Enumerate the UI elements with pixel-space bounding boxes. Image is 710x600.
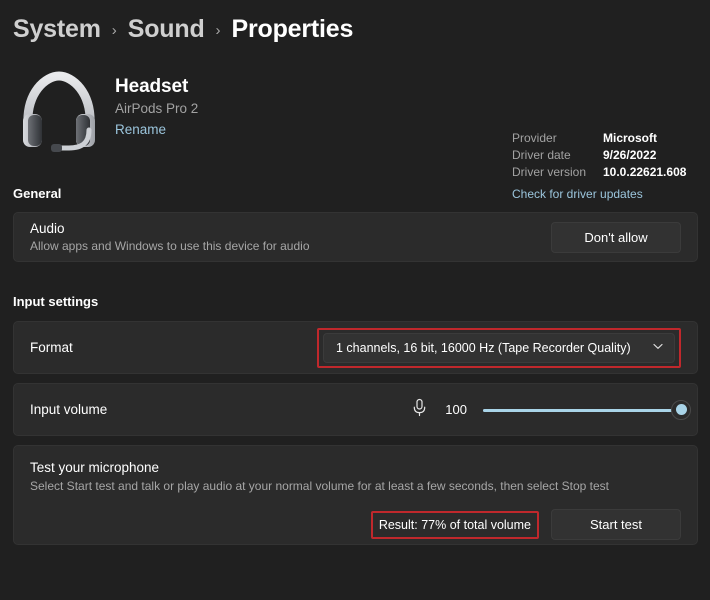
breadcrumb-separator-icon: › (111, 21, 117, 39)
microphone-test-result: Result: 77% of total volume (378, 517, 531, 532)
format-label-wrap: Format (30, 340, 317, 355)
audio-card-text: Audio Allow apps and Windows to use this… (30, 221, 551, 253)
microphone-test-description: Select Start test and talk or play audio… (30, 479, 609, 493)
driver-provider-row: Provider Microsoft (512, 130, 686, 147)
input-volume-controls: 100 (411, 398, 691, 422)
input-volume-label-wrap: Input volume (30, 402, 411, 417)
driver-date-row: Driver date 9/26/2022 (512, 147, 686, 164)
format-dropdown[interactable]: 1 channels, 16 bit, 16000 Hz (Tape Recor… (323, 332, 675, 363)
format-dropdown-value: 1 channels, 16 bit, 16000 Hz (Tape Recor… (336, 340, 631, 355)
input-volume-slider[interactable] (483, 399, 691, 420)
microphone-test-body: Test your microphone Select Start test a… (30, 460, 681, 540)
driver-provider-label: Provider (512, 131, 557, 145)
driver-info-panel: Provider Microsoft Driver date 9/26/2022… (512, 130, 686, 203)
microphone-icon (411, 398, 428, 422)
device-info: Headset AirPods Pro 2 Rename (115, 64, 198, 139)
format-card: Format 1 channels, 16 bit, 16000 Hz (Tap… (13, 321, 698, 374)
input-settings-heading: Input settings (13, 294, 99, 309)
microphone-test-card: Test your microphone Select Start test a… (13, 445, 698, 545)
device-header: Headset AirPods Pro 2 Rename Provider Mi… (0, 50, 710, 201)
breadcrumb-item-properties: Properties (231, 14, 354, 43)
start-test-button[interactable]: Start test (551, 509, 681, 540)
result-annotation-box: Result: 77% of total volume (370, 510, 539, 539)
audio-card: Audio Allow apps and Windows to use this… (13, 212, 698, 262)
driver-version-row: Driver version 10.0.22621.608 (512, 164, 686, 181)
driver-version-value: 10.0.22621.608 (603, 165, 687, 179)
chevron-down-icon (652, 339, 664, 357)
device-subtitle: AirPods Pro 2 (115, 101, 199, 116)
slider-thumb[interactable] (671, 399, 691, 420)
breadcrumb-item-system[interactable]: System (13, 15, 101, 44)
sound-properties-page: System › Sound › Properties Headset AirP… (0, 0, 710, 600)
dont-allow-button[interactable]: Don't allow (551, 221, 681, 253)
driver-version-label: Driver version (512, 165, 587, 179)
format-label: Format (30, 340, 73, 355)
check-driver-updates-link[interactable]: Check for driver updates (512, 186, 643, 203)
input-volume-value: 100 (445, 402, 467, 417)
microphone-test-result-row: Result: 77% of total volume Start test (30, 509, 681, 540)
format-annotation-box: 1 channels, 16 bit, 16000 Hz (Tape Recor… (317, 327, 681, 368)
breadcrumb-item-sound[interactable]: Sound (128, 15, 205, 44)
breadcrumb: System › Sound › Properties (0, 0, 710, 50)
driver-date-value: 9/26/2022 (603, 148, 657, 162)
headset-icon (13, 64, 105, 156)
input-volume-label: Input volume (30, 402, 108, 417)
driver-date-label: Driver date (512, 148, 571, 162)
driver-provider-value: Microsoft (603, 131, 657, 145)
audio-card-title: Audio (30, 221, 65, 236)
input-volume-card: Input volume 100 (13, 383, 698, 436)
rename-link[interactable]: Rename (115, 122, 166, 137)
slider-fill (483, 408, 681, 412)
device-name: Headset (115, 76, 189, 97)
audio-card-description: Allow apps and Windows to use this devic… (30, 239, 310, 253)
breadcrumb-separator-icon: › (215, 21, 221, 39)
microphone-test-title: Test your microphone (30, 460, 160, 475)
